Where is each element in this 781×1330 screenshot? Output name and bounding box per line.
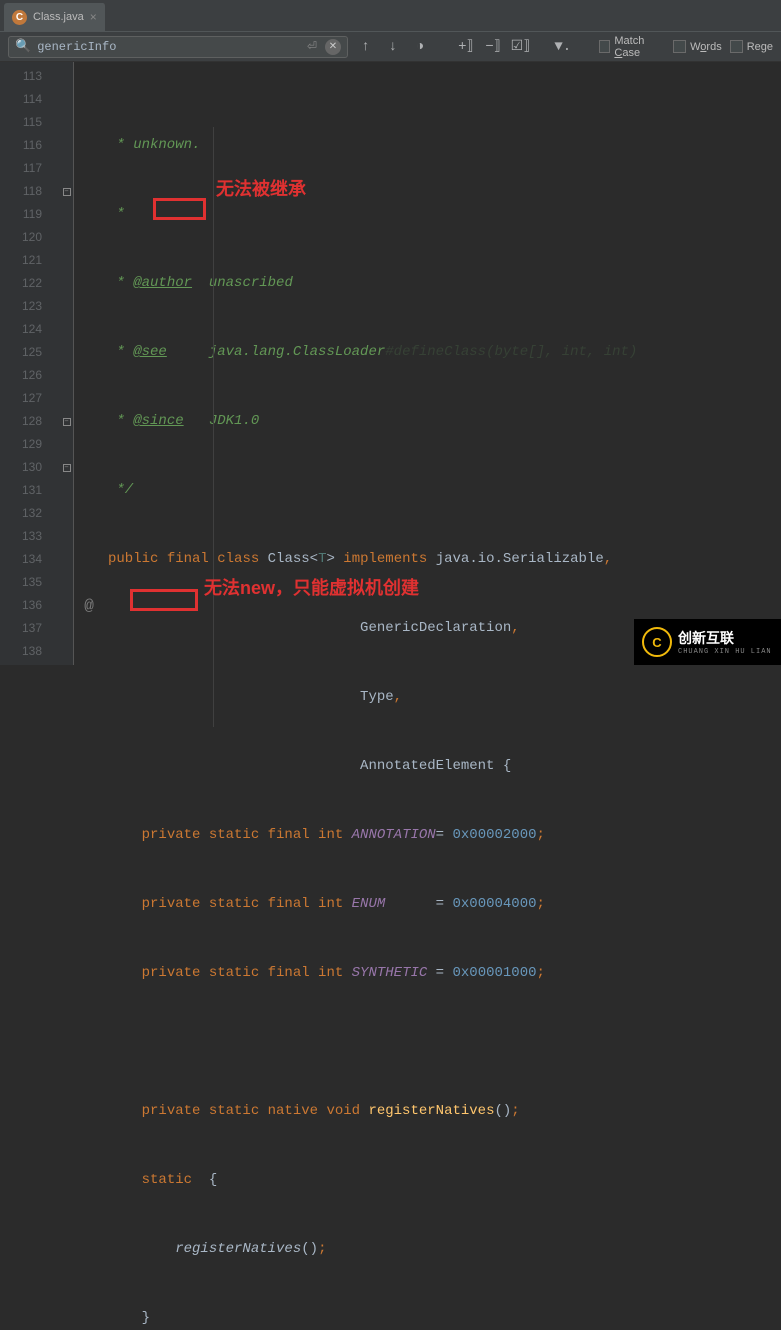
tab-bar: C Class.java × xyxy=(0,0,781,32)
line-number: 130 xyxy=(0,456,60,479)
words-checkbox[interactable]: Words xyxy=(673,40,722,53)
find-toolbar: 🔍 ⏎ ✕ ↑ ↓ ◑ +⟧ −⟧ ☑⟧ ▼. Match Case Words… xyxy=(0,32,781,62)
file-tab[interactable]: C Class.java × xyxy=(4,3,106,31)
select-all-icon[interactable]: ☑⟧ xyxy=(511,38,530,55)
line-number: 113 xyxy=(0,65,60,88)
line-number: 114 xyxy=(0,88,60,111)
clear-search-icon[interactable]: ✕ xyxy=(325,39,341,55)
filter-icon[interactable]: ▼. xyxy=(553,39,572,55)
code-text: * unknown. xyxy=(108,137,200,153)
regex-checkbox[interactable]: Rege xyxy=(730,40,773,53)
prev-occurrence-icon[interactable]: ↑ xyxy=(356,39,375,55)
close-tab-icon[interactable]: × xyxy=(90,10,97,24)
line-number: 123 xyxy=(0,295,60,318)
watermark-sub: CHUANG XIN HU LIAN xyxy=(678,648,772,656)
annotation-text-2: 无法new，只能虚拟机创建 xyxy=(204,577,419,600)
code-text: * xyxy=(108,206,125,222)
fold-marker[interactable]: – xyxy=(60,410,73,433)
line-number: 124 xyxy=(0,318,60,341)
search-options-icon[interactable]: ◑ xyxy=(410,39,429,55)
search-icon: 🔍 xyxy=(15,39,31,54)
line-number: 126 xyxy=(0,364,60,387)
line-number: 120 xyxy=(0,226,60,249)
line-number: 137 xyxy=(0,617,60,640)
java-file-icon: C xyxy=(12,10,27,25)
line-number: 132 xyxy=(0,502,60,525)
annotation-box-private xyxy=(130,589,198,611)
next-occurrence-icon[interactable]: ↓ xyxy=(383,39,402,55)
remove-selection-icon[interactable]: −⟧ xyxy=(483,38,502,55)
line-number: 122 xyxy=(0,272,60,295)
line-number: 121 xyxy=(0,249,60,272)
override-icon[interactable]: @ xyxy=(74,594,104,617)
add-selection-icon[interactable]: +⟧ xyxy=(456,38,475,55)
line-number: 117 xyxy=(0,157,60,180)
search-box[interactable]: 🔍 ⏎ ✕ xyxy=(8,36,348,58)
line-number: 133 xyxy=(0,525,60,548)
fold-gutter: – – – xyxy=(60,62,74,665)
line-number: 119 xyxy=(0,203,60,226)
line-number: 135 xyxy=(0,571,60,594)
line-number: 134 xyxy=(0,548,60,571)
line-number: 129 xyxy=(0,433,60,456)
annotation-box-final xyxy=(153,198,206,220)
line-number: 115 xyxy=(0,111,60,134)
line-number: 131 xyxy=(0,479,60,502)
watermark-logo-icon: C xyxy=(642,627,672,657)
tab-filename: Class.java xyxy=(33,11,84,23)
line-number: 127 xyxy=(0,387,60,410)
line-number: 128 xyxy=(0,410,60,433)
line-number: 125 xyxy=(0,341,60,364)
enter-icon: ⏎ xyxy=(307,39,317,54)
search-input[interactable] xyxy=(37,40,307,54)
match-case-checkbox[interactable]: Match Case xyxy=(599,35,665,59)
fold-marker[interactable]: – xyxy=(60,180,73,203)
code-area[interactable]: * unknown. * * @author unascribed * @see… xyxy=(104,62,781,665)
line-number: 118 xyxy=(0,180,60,203)
watermark-brand: 创新互联 xyxy=(678,628,772,648)
watermark: C 创新互联 CHUANG XIN HU LIAN xyxy=(634,619,781,665)
line-number-gutter: 1131141151161171181191201211221231241251… xyxy=(0,62,60,665)
line-number: 136 xyxy=(0,594,60,617)
fold-marker[interactable]: – xyxy=(60,456,73,479)
line-number: 116 xyxy=(0,134,60,157)
annotation-text-1: 无法被继承 xyxy=(216,178,306,201)
line-number: 138 xyxy=(0,640,60,663)
icon-gutter: @ xyxy=(74,62,104,665)
editor: 1131141151161171181191201211221231241251… xyxy=(0,62,781,665)
